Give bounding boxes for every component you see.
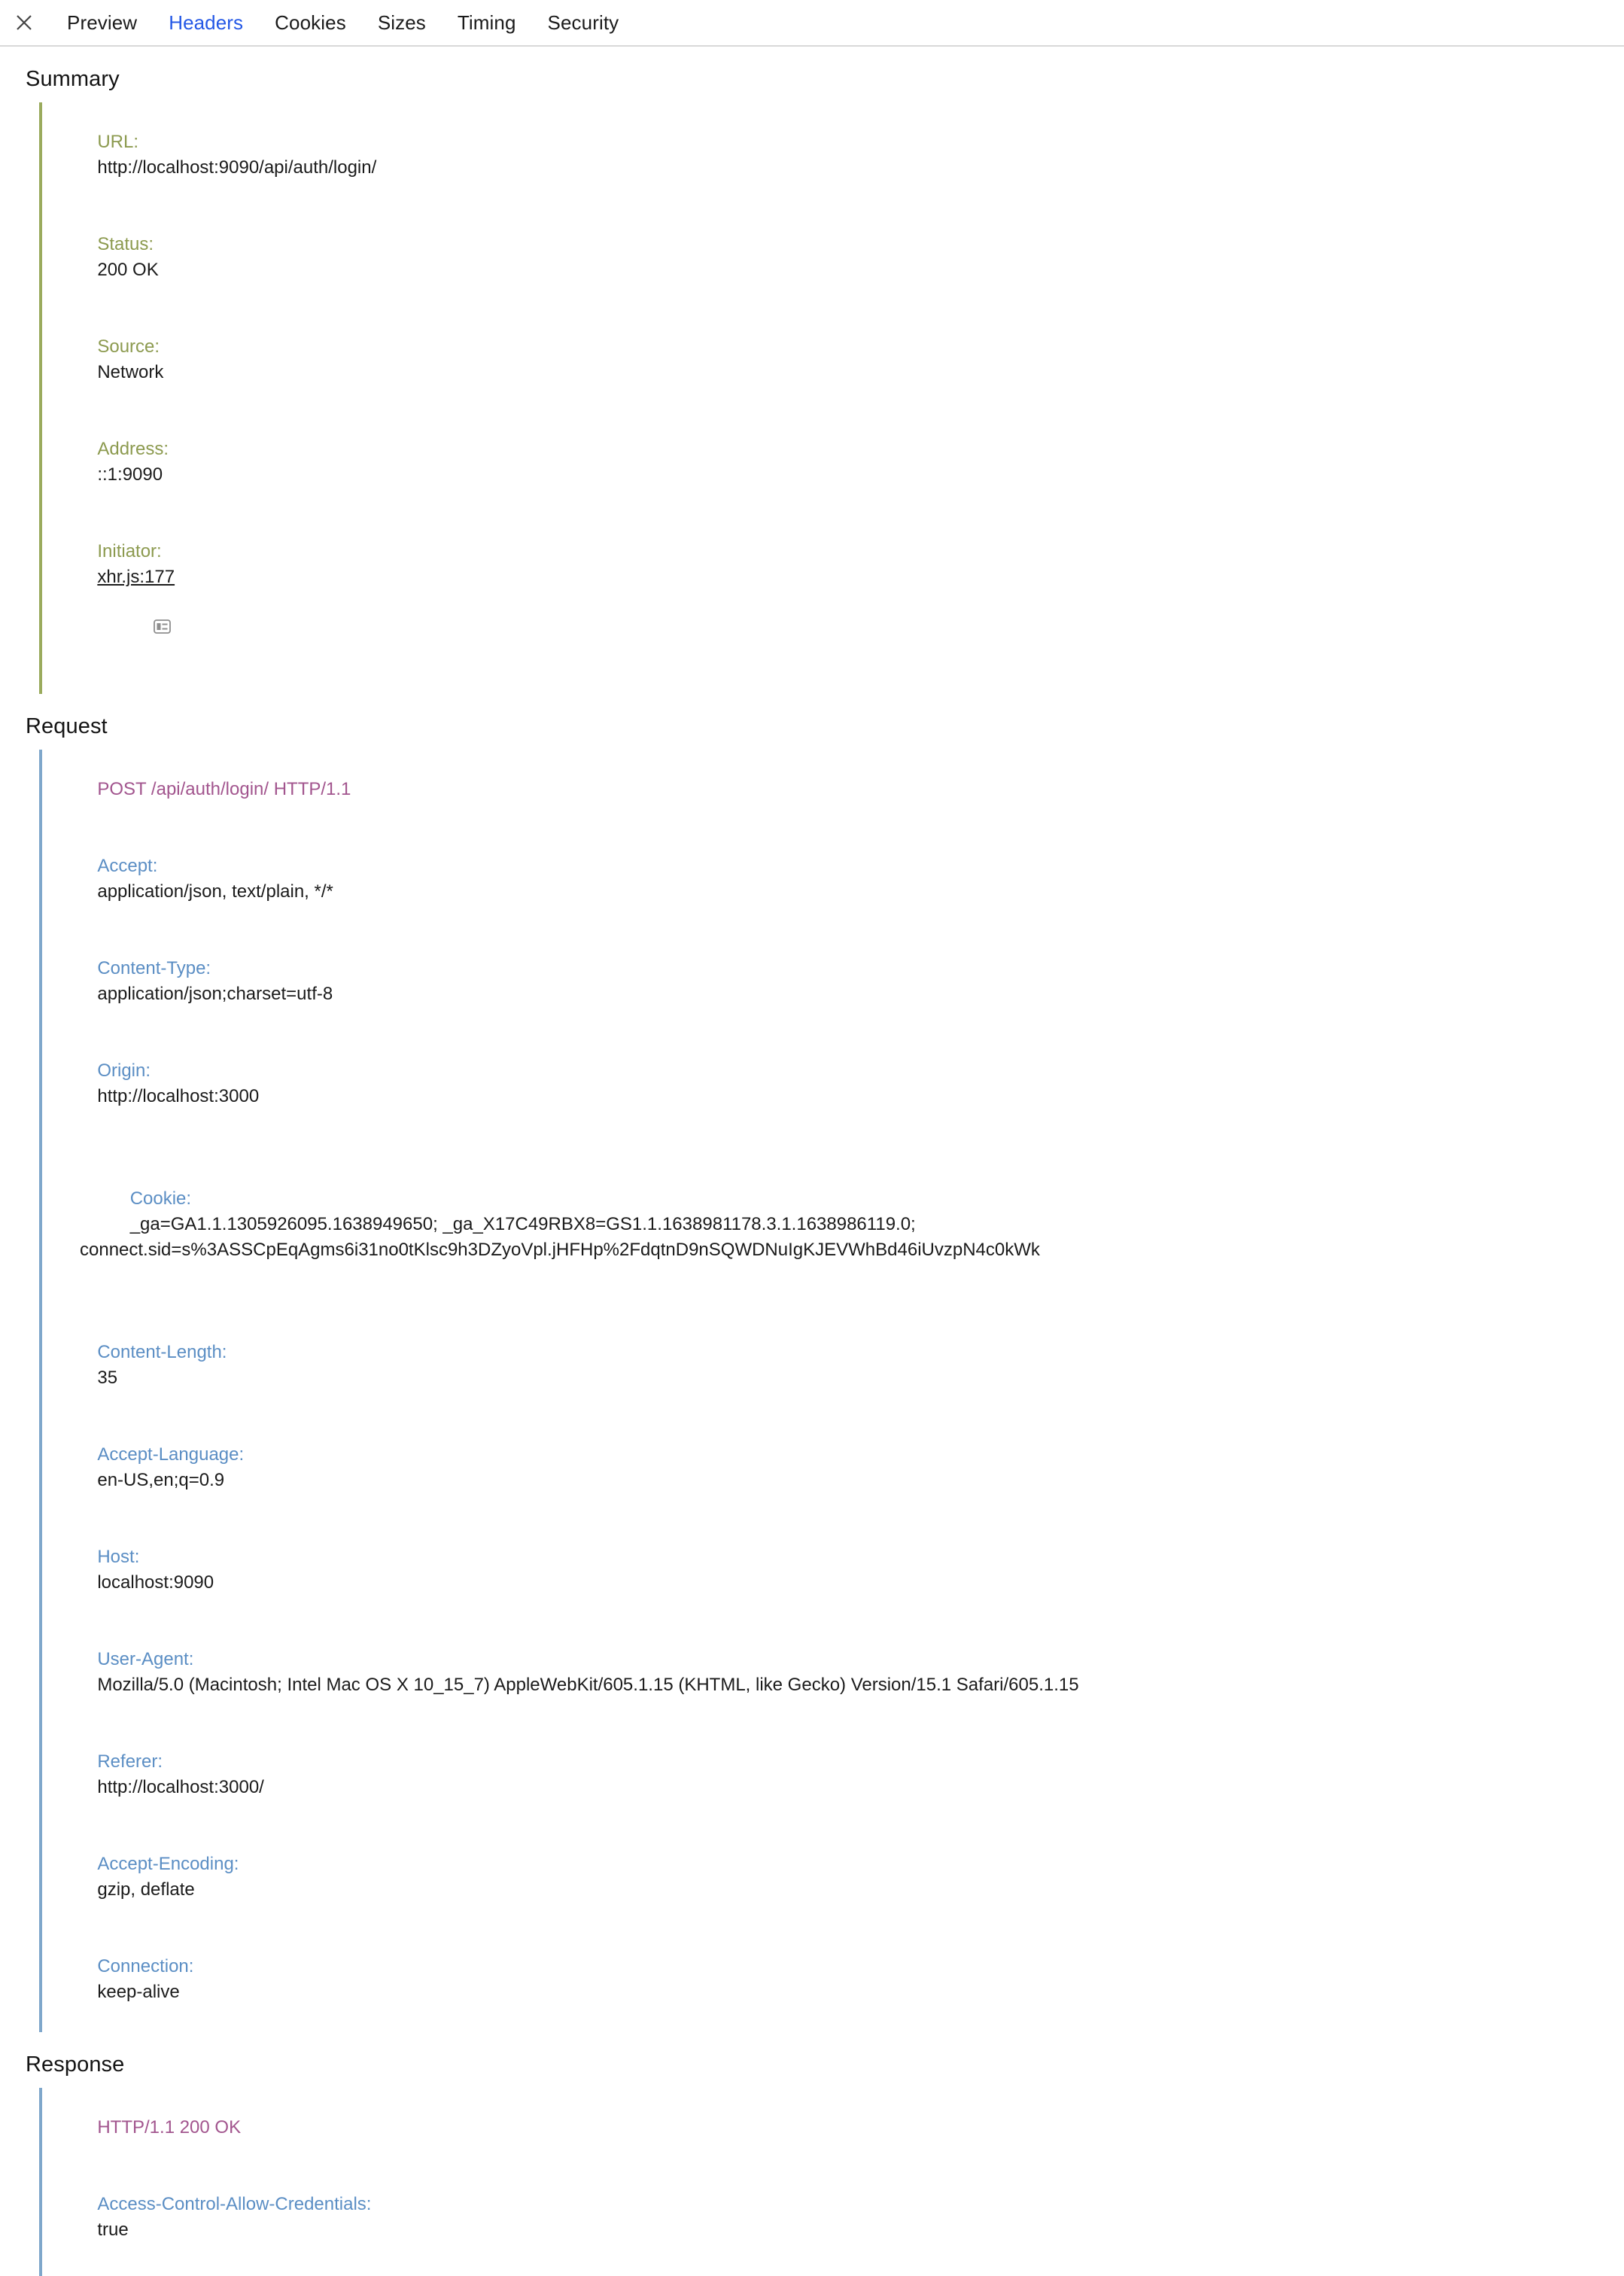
request-key-origin: Origin: xyxy=(97,1060,151,1081)
request-row-content-length: Content-Length: 35 xyxy=(57,1314,1624,1416)
details-panel-icon[interactable] xyxy=(103,590,171,667)
request-row-cookie: Cookie: _ga=GA1.1.1305926095.1638949650;… xyxy=(57,1135,1624,1314)
request-row-origin: Origin: http://localhost:3000 xyxy=(57,1033,1624,1135)
request-key-user-agent: User-Agent: xyxy=(97,1649,194,1669)
request-section: Request POST /api/auth/login/ HTTP/1.1 A… xyxy=(26,694,1624,2032)
summary-row-initiator: Initiator: xhr.js:177 xyxy=(57,513,1624,692)
summary-value-status: 200 OK xyxy=(97,260,159,280)
response-row-content-type: Content-Type: application/json; charset=… xyxy=(57,2268,1624,2276)
request-row-accept-language: Accept-Language: en-US,en;q=0.9 xyxy=(57,1416,1624,1519)
tab-security[interactable]: Security xyxy=(532,8,635,37)
request-key-cookie: Cookie: xyxy=(129,1188,192,1209)
close-button[interactable] xyxy=(8,6,41,39)
request-start-line-row: POST /api/auth/login/ HTTP/1.1 xyxy=(57,751,1624,828)
request-row-host: Host: localhost:9090 xyxy=(57,1519,1624,1621)
tab-sizes[interactable]: Sizes xyxy=(362,8,442,37)
summary-value-url: http://localhost:9090/api/auth/login/ xyxy=(97,157,377,178)
summary-row-url: URL: http://localhost:9090/api/auth/logi… xyxy=(57,104,1624,206)
summary-key-url: URL: xyxy=(97,132,139,152)
request-row-accept: Accept: application/json, text/plain, */… xyxy=(57,828,1624,930)
summary-row-source: Source: Network xyxy=(57,309,1624,411)
request-value-accept-language: en-US,en;q=0.9 xyxy=(97,1470,225,1490)
request-value-accept: application/json, text/plain, */* xyxy=(97,881,333,902)
request-key-accept-language: Accept-Language: xyxy=(97,1444,245,1465)
response-headers-list: HTTP/1.1 200 OK Access-Control-Allow-Cre… xyxy=(39,2088,1624,2276)
summary-title: Summary xyxy=(26,67,120,91)
response-title: Response xyxy=(26,2052,125,2077)
tab-cookies[interactable]: Cookies xyxy=(259,8,362,37)
response-key-acac: Access-Control-Allow-Credentials: xyxy=(97,2194,372,2214)
response-value-acac: true xyxy=(97,2220,129,2240)
request-key-content-type: Content-Type: xyxy=(97,958,211,978)
request-value-connection: keep-alive xyxy=(97,1982,180,2002)
summary-list: URL: http://localhost:9090/api/auth/logi… xyxy=(39,102,1624,694)
summary-row-address: Address: ::1:9090 xyxy=(57,411,1624,513)
response-start-line: HTTP/1.1 200 OK xyxy=(97,2117,242,2138)
summary-key-address: Address: xyxy=(97,439,169,459)
tab-timing[interactable]: Timing xyxy=(442,8,532,37)
request-value-origin: http://localhost:3000 xyxy=(97,1086,260,1106)
request-key-content-length: Content-Length: xyxy=(97,1342,227,1362)
response-row-acac: Access-Control-Allow-Credentials: true xyxy=(57,2166,1624,2268)
request-key-accept: Accept: xyxy=(97,856,158,876)
summary-row-status: Status: 200 OK xyxy=(57,206,1624,309)
request-key-connection: Connection: xyxy=(97,1956,194,1976)
request-key-accept-encoding: Accept-Encoding: xyxy=(97,1854,239,1874)
request-title: Request xyxy=(26,714,108,738)
request-value-referer: http://localhost:3000/ xyxy=(97,1777,264,1797)
request-row-accept-encoding: Accept-Encoding: gzip, deflate xyxy=(57,1826,1624,1928)
tab-preview[interactable]: Preview xyxy=(51,8,153,37)
request-value-content-length: 35 xyxy=(97,1368,118,1388)
inspector-tabbar: Preview Headers Cookies Sizes Timing Sec… xyxy=(0,0,1624,47)
summary-value-address: ::1:9090 xyxy=(97,464,163,485)
request-row-connection: Connection: keep-alive xyxy=(57,1928,1624,2031)
request-key-host: Host: xyxy=(97,1547,140,1567)
response-start-line-row: HTTP/1.1 200 OK xyxy=(57,2089,1624,2166)
summary-key-status: Status: xyxy=(97,234,154,254)
summary-section: Summary URL: http://localhost:9090/api/a… xyxy=(26,47,1624,694)
close-icon xyxy=(14,13,34,32)
request-row-user-agent: User-Agent: Mozilla/5.0 (Macintosh; Inte… xyxy=(57,1621,1624,1724)
response-section: Response HTTP/1.1 200 OK Access-Control-… xyxy=(26,2032,1624,2276)
summary-key-source: Source: xyxy=(97,336,160,357)
request-value-accept-encoding: gzip, deflate xyxy=(97,1879,195,1900)
request-key-referer: Referer: xyxy=(97,1751,163,1772)
request-value-user-agent: Mozilla/5.0 (Macintosh; Intel Mac OS X 1… xyxy=(97,1675,1079,1695)
request-value-content-type: application/json;charset=utf-8 xyxy=(97,984,333,1004)
request-row-content-type: Content-Type: application/json;charset=u… xyxy=(57,930,1624,1033)
summary-key-initiator: Initiator: xyxy=(97,541,162,561)
request-headers-list: POST /api/auth/login/ HTTP/1.1 Accept: a… xyxy=(39,750,1624,2032)
headers-panel: Summary URL: http://localhost:9090/api/a… xyxy=(0,47,1624,2276)
tab-headers[interactable]: Headers xyxy=(153,8,259,37)
initiator-link[interactable]: xhr.js:177 xyxy=(97,567,175,587)
request-value-host: localhost:9090 xyxy=(97,1572,214,1593)
tab-list: Preview Headers Cookies Sizes Timing Sec… xyxy=(51,8,634,37)
summary-value-source: Network xyxy=(97,362,164,382)
request-start-line: POST /api/auth/login/ HTTP/1.1 xyxy=(97,779,351,799)
request-row-referer: Referer: http://localhost:3000/ xyxy=(57,1724,1624,1826)
request-value-cookie: _ga=GA1.1.1305926095.1638949650; _ga_X17… xyxy=(80,1214,1040,1260)
